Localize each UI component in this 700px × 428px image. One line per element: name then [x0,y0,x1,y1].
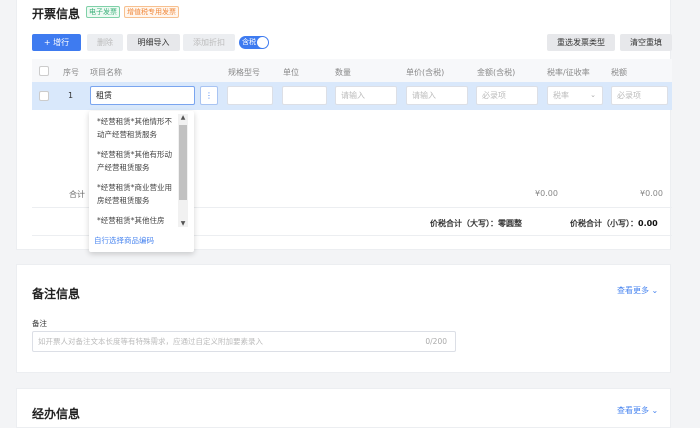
import-button[interactable]: 明细导入 [127,34,180,51]
col-tax: 税额 [611,68,627,77]
choose-code-link[interactable]: 自行选择商品编码 [94,235,154,246]
clear-button[interactable]: 清空重填 [620,34,672,51]
total-label: 合计 [69,190,85,199]
select-all-checkbox[interactable] [39,66,49,76]
dropdown-option[interactable]: *经营租赁*其他情形不动产经营租赁服务 [97,115,179,141]
total-tax: ¥0.00 [640,189,663,198]
tag-vat-special: 增值税专用发票 [124,6,179,18]
add-row-button[interactable]: + 增行 [32,34,81,51]
total-upper: 价税合计（大写）：零圆整 [430,219,522,228]
tax-rate-select[interactable]: 税率 ⌄ [547,86,603,105]
tag-electronic: 电子发票 [86,6,120,18]
remarks-label: 备注 [32,319,47,328]
kebab-icon: ⋮ [205,91,213,100]
delete-button[interactable]: 删除 [87,34,123,51]
scrollbar-thumb[interactable] [179,125,187,200]
col-quantity: 数量 [335,68,351,77]
col-index: 序号 [63,68,79,77]
unit-input[interactable] [282,86,327,105]
dropdown-option[interactable]: *经营租赁*商业营业用房经营租赁服务 [97,181,179,207]
col-unit: 单位 [283,68,299,77]
amount-input[interactable]: 必录项 [476,86,538,105]
tax-inclusive-toggle[interactable]: 含税 [239,36,269,49]
scrollbar[interactable]: ▲ ▼ [178,114,188,227]
total-lower: 价税合计（小写）：0.00 [570,219,658,228]
row-index: 1 [68,91,74,100]
item-name-input[interactable]: 租赁 [90,86,195,105]
char-counter: 0/200 [425,337,447,346]
col-item-name: 项目名称 [90,68,122,77]
dropdown-option[interactable]: *经营租赁*其他有形动产经营租赁服务 [97,148,179,174]
row-checkbox[interactable] [39,91,49,101]
quantity-input[interactable]: 请输入 [335,86,397,105]
tax-input[interactable]: 必录项 [611,86,668,105]
scroll-up-icon[interactable]: ▲ [178,114,188,121]
item-suggestion-dropdown: *经营租赁*其他情形不动产经营租赁服务 *经营租赁*其他有形动产经营租赁服务 *… [89,111,194,252]
reselect-invoice-type-button[interactable]: 重选发票类型 [547,34,615,51]
section-title: 备注信息 [32,287,81,301]
col-spec: 规格型号 [228,68,260,77]
col-amount: 金额(含税) [477,68,516,77]
scroll-down-icon[interactable]: ▼ [178,220,188,227]
total-amount: ¥0.00 [535,189,558,198]
remarks-card: 备注信息 查看更多 ⌄ 备注 如开票人对备注文本长度等有特殊需求，应通过自定义附… [16,264,671,373]
col-unit-price: 单价(含税) [406,68,445,77]
unit-price-input[interactable]: 请输入 [406,86,468,105]
more-options-button[interactable]: ⋮ [200,86,218,105]
chevron-down-icon: ⌄ [590,91,596,99]
chevron-down-icon: ⌄ [651,286,659,295]
view-more-link[interactable]: 查看更多 ⌄ [617,405,658,416]
toggle-knob [257,37,268,48]
col-tax-rate: 税率/征收率 [547,68,590,77]
dropdown-option[interactable]: *经营租赁*其他住房 [97,214,179,227]
remarks-textarea[interactable]: 如开票人对备注文本长度等有特殊需求，应通过自定义附加要素录入 0/200 [32,331,456,352]
plus-icon: + [43,38,54,47]
section-title: 开票信息 [32,7,81,21]
discount-button[interactable]: 添加折扣 [183,34,235,51]
view-more-link[interactable]: 查看更多 ⌄ [617,285,658,296]
handler-card: 经办信息 查看更多 ⌄ [16,388,671,428]
spec-input[interactable] [227,86,273,105]
